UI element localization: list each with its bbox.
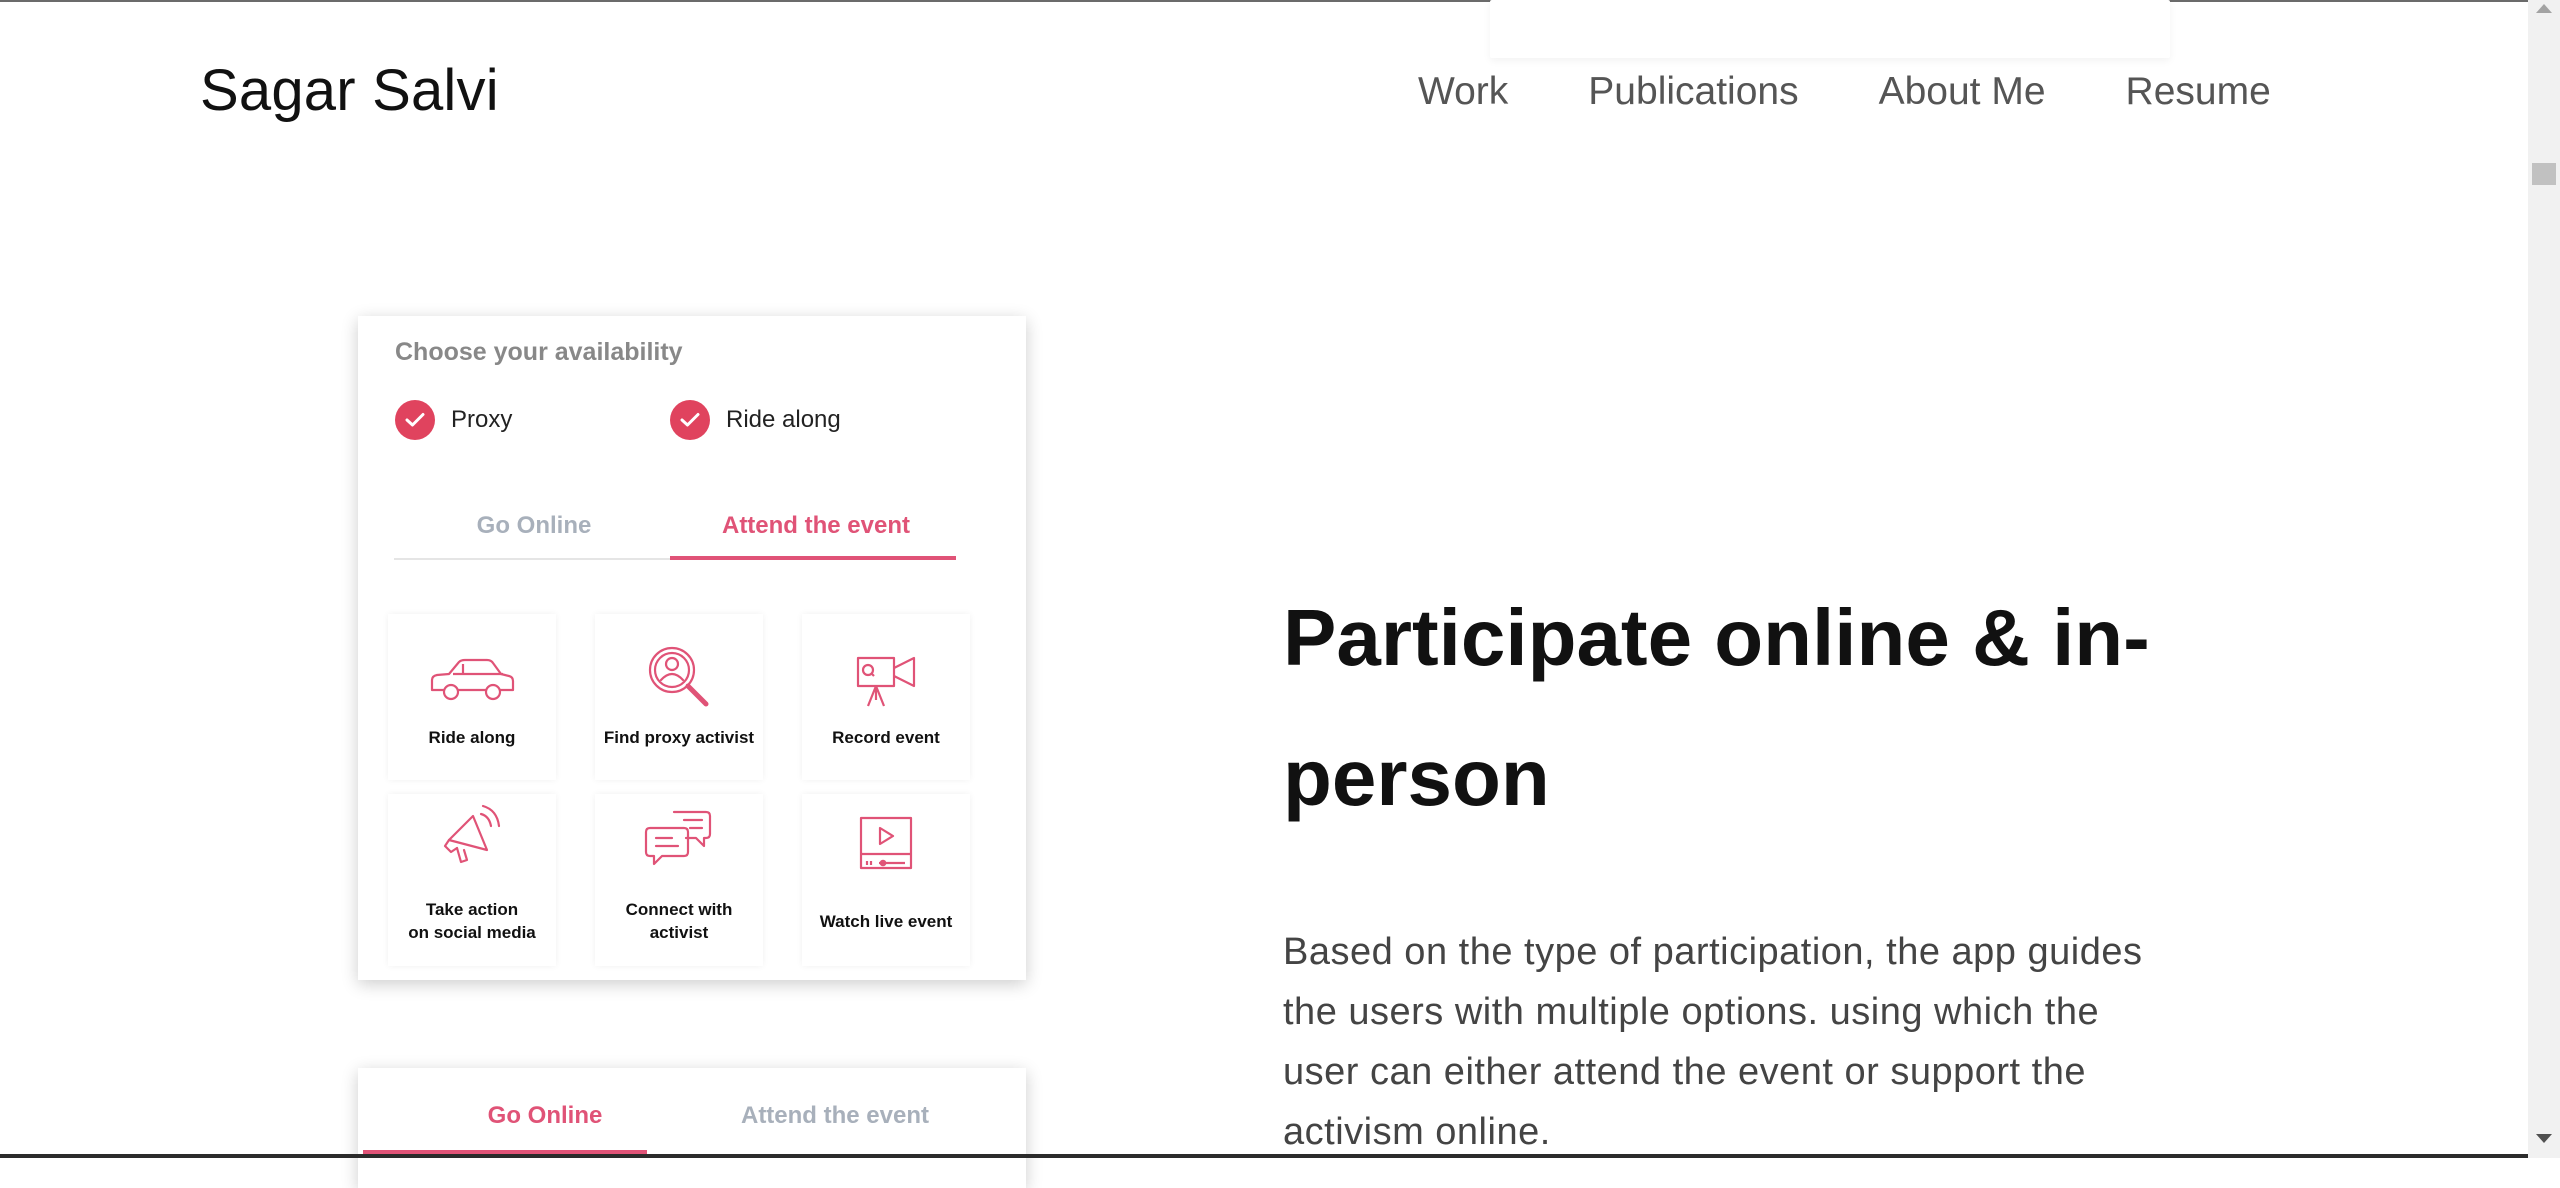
option-record-event-label: Record event xyxy=(832,728,940,747)
checkmark-icon xyxy=(670,400,710,440)
option-watch-live-label: Watch live event xyxy=(819,912,953,931)
option-ride-along[interactable]: Ride along xyxy=(388,614,556,780)
site-logo[interactable]: Sagar Salvi xyxy=(200,56,499,126)
option-find-proxy-label: Find proxy activist xyxy=(603,728,755,747)
video-camera-icon xyxy=(802,650,970,710)
faint-card-edge xyxy=(1490,0,2170,58)
scrollbar-thumb[interactable] xyxy=(2532,163,2556,185)
nav-work[interactable]: Work xyxy=(1418,64,1508,120)
nav-publications[interactable]: Publications xyxy=(1588,64,1798,120)
tab-attend-event-2[interactable]: Attend the event xyxy=(695,1086,975,1146)
option-ride-along-label: Ride along xyxy=(428,728,516,747)
checkbox-ride-along[interactable]: Ride along xyxy=(670,400,841,440)
nav-about-me[interactable]: About Me xyxy=(1879,64,2046,120)
window-bottom-edge xyxy=(0,1154,2528,1158)
video-player-icon xyxy=(802,814,970,872)
tab-attend-event[interactable]: Attend the event xyxy=(676,496,956,556)
search-person-icon xyxy=(595,644,763,710)
option-find-proxy[interactable]: Find proxy activist xyxy=(595,614,763,780)
active-tab-indicator xyxy=(670,556,956,560)
megaphone-icon xyxy=(388,800,556,870)
tab-go-online-2[interactable]: Go Online xyxy=(405,1086,685,1146)
option-connect-activist[interactable]: Connect with activist xyxy=(595,794,763,966)
option-connect-activist-label: Connect with activist xyxy=(625,900,733,942)
participation-tabs: Go Online Attend the event xyxy=(394,496,956,560)
section-headline: Participate online & in-person xyxy=(1283,593,2150,822)
scroll-up-arrow-icon[interactable] xyxy=(2536,4,2552,13)
checkbox-proxy-label: Proxy xyxy=(451,406,513,433)
checkbox-proxy[interactable]: Proxy xyxy=(395,400,512,440)
scroll-down-arrow-icon[interactable] xyxy=(2536,1134,2552,1143)
chat-bubbles-icon xyxy=(595,808,763,872)
checkbox-ride-along-label: Ride along xyxy=(726,406,841,433)
option-social-media[interactable]: Take action on social media xyxy=(388,794,556,966)
nav-resume[interactable]: Resume xyxy=(2126,64,2271,120)
checkmark-icon xyxy=(395,400,435,440)
option-record-event[interactable]: Record event xyxy=(802,614,970,780)
option-social-media-label: Take action on social media xyxy=(408,900,536,942)
app-screen-availability: Choose your availability Proxy Ride alon… xyxy=(358,316,1026,980)
app-screen-go-online: Go Online Attend the event xyxy=(358,1068,1026,1188)
main-nav: Work Publications About Me Resume xyxy=(1418,64,2271,120)
availability-heading: Choose your availability xyxy=(395,338,683,366)
participation-tabs-2: Go Online Attend the event xyxy=(363,1086,993,1154)
tab-go-online[interactable]: Go Online xyxy=(394,496,674,556)
section-body: Based on the type of participation, the … xyxy=(1283,931,2143,1153)
car-icon xyxy=(388,654,556,704)
option-watch-live[interactable]: Watch live event xyxy=(802,794,970,966)
